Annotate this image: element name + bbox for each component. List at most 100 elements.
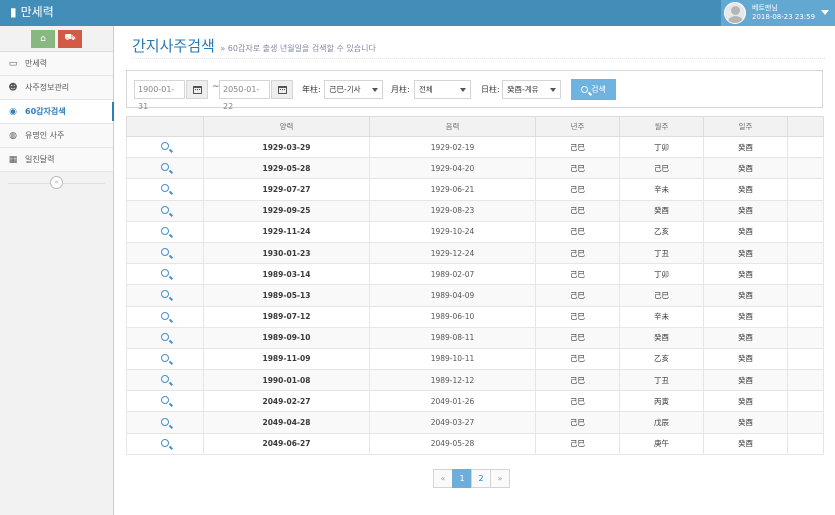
table-row[interactable]: 1929-11-24 1929-10-24 己巳 乙亥 癸酉 <box>126 220 824 243</box>
row-view-button[interactable] <box>126 347 204 371</box>
avatar <box>724 2 746 24</box>
row-view-button[interactable] <box>126 284 204 307</box>
search-icon[interactable] <box>161 205 169 214</box>
column-header-year-pillar[interactable]: 년주 <box>535 116 620 137</box>
cell-solar-date: 2049-02-27 <box>203 390 370 413</box>
search-button[interactable]: 검색 <box>571 79 616 100</box>
sidebar-item-label: 일진달력 <box>25 155 55 164</box>
sidebar-item-calendar[interactable]: ▭ 만세력 <box>0 52 113 76</box>
table-row[interactable]: 2049-06-27 2049-05-28 己巳 庚午 癸酉 <box>126 432 824 455</box>
row-view-button[interactable] <box>126 220 204 243</box>
brand[interactable]: ▮ 만세력 <box>10 4 54 20</box>
eye-icon: ◉ <box>9 106 17 117</box>
month-pillar-select[interactable]: 전체 <box>414 80 471 99</box>
date-from-calendar-button[interactable] <box>186 80 208 99</box>
table-row[interactable]: 1929-05-28 1929-04-20 己巳 己巳 癸酉 <box>126 157 824 180</box>
search-icon[interactable] <box>161 248 169 257</box>
collapse-sidebar-button[interactable]: « <box>50 176 63 189</box>
search-icon[interactable] <box>161 226 169 235</box>
sidebar-item-iljin-calendar[interactable]: ▦ 일진달력 <box>0 148 113 172</box>
pagination-prev-button[interactable]: « <box>433 469 453 488</box>
cell-empty <box>787 199 824 222</box>
cell-month-pillar: 丁卯 <box>619 135 704 159</box>
cart-shortcut-button[interactable]: ⛟ <box>58 29 82 48</box>
table-row[interactable]: 1929-03-29 1929-02-19 己巳 丁卯 癸酉 <box>126 135 824 159</box>
row-view-button[interactable] <box>126 432 204 455</box>
cell-month-pillar: 丁丑 <box>619 241 704 265</box>
table-row[interactable]: 1989-03-14 1989-02-07 己巳 丁卯 癸酉 <box>126 263 824 286</box>
search-icon[interactable] <box>161 163 169 172</box>
pagination-page-1[interactable]: 1 <box>452 469 472 488</box>
table-row[interactable]: 1989-05-13 1989-04-09 己巳 己巳 癸酉 <box>126 284 824 307</box>
cell-year-pillar: 己巳 <box>535 157 620 180</box>
search-icon[interactable] <box>161 269 169 278</box>
row-view-button[interactable] <box>126 390 204 413</box>
month-pillar-value: 전체 <box>419 85 433 94</box>
year-pillar-select[interactable]: 己巳-기사 <box>324 80 383 99</box>
user-menu[interactable]: 베트맨님 2018-08-23 23:59 <box>721 0 835 26</box>
calendar-icon <box>277 85 287 94</box>
date-from-input[interactable]: 1900-01-31 <box>134 80 185 111</box>
cell-month-pillar: 乙亥 <box>619 220 704 243</box>
table-body: 1929-03-29 1929-02-19 己巳 丁卯 癸酉 1929-05-28 1929… <box>126 135 824 455</box>
cell-day-pillar: 癸酉 <box>703 199 788 222</box>
pagination-next-button[interactable]: » <box>490 469 510 488</box>
row-view-button[interactable] <box>126 411 204 434</box>
cell-empty <box>787 241 824 265</box>
search-icon[interactable] <box>161 142 169 151</box>
search-icon <box>581 86 589 93</box>
search-icon[interactable] <box>161 375 169 384</box>
table-row[interactable]: 2049-04-28 2049-03-27 己巳 戊辰 癸酉 <box>126 411 824 434</box>
cell-empty <box>787 263 824 286</box>
column-header-month-pillar[interactable]: 월주 <box>619 116 704 137</box>
cell-year-pillar: 己巳 <box>535 347 620 371</box>
table-row[interactable]: 1989-11-09 1989-10-11 己巳 乙亥 癸酉 <box>126 347 824 371</box>
home-shortcut-button[interactable]: ⌂ <box>31 29 55 48</box>
search-icon[interactable] <box>161 417 169 426</box>
year-pillar-label: 年柱: <box>302 85 321 94</box>
search-icon[interactable] <box>161 184 169 193</box>
search-icon[interactable] <box>161 311 169 320</box>
search-icon[interactable] <box>161 396 169 405</box>
search-icon[interactable] <box>161 353 169 362</box>
row-view-button[interactable] <box>126 305 204 328</box>
table-row[interactable]: 1930-01-23 1929-12-24 己巳 丁丑 癸酉 <box>126 241 824 265</box>
cell-month-pillar: 丁丑 <box>619 369 704 392</box>
cell-day-pillar: 癸酉 <box>703 135 788 159</box>
column-header-lunar[interactable]: 음력 <box>369 116 536 137</box>
sidebar-item-60gapja-search[interactable]: ◉ 60갑자검색 <box>0 100 114 124</box>
row-view-button[interactable] <box>126 369 204 392</box>
row-view-button[interactable] <box>126 241 204 265</box>
date-to-calendar-button[interactable] <box>271 80 293 99</box>
sidebar-item-famous-saju[interactable]: ◍ 유명인 사주 <box>0 124 113 148</box>
cell-solar-date: 1990-01-08 <box>203 369 370 392</box>
sidebar-item-label: 60갑자검색 <box>25 107 66 116</box>
cell-empty <box>787 284 824 307</box>
row-view-button[interactable] <box>126 326 204 349</box>
month-pillar-label: 月柱: <box>391 85 410 94</box>
row-view-button[interactable] <box>126 199 204 222</box>
day-pillar-select[interactable]: 癸酉-계유 <box>502 80 561 99</box>
table-row[interactable]: 1929-09-25 1929-08-23 己巳 癸酉 癸酉 <box>126 199 824 222</box>
pagination-page-2[interactable]: 2 <box>471 469 491 488</box>
cell-day-pillar: 癸酉 <box>703 432 788 455</box>
table-row[interactable]: 1929-07-27 1929-06-21 己巳 辛未 癸酉 <box>126 178 824 201</box>
search-icon[interactable] <box>161 438 169 447</box>
table-row[interactable]: 1990-01-08 1989-12-12 己巳 丁丑 癸酉 <box>126 369 824 392</box>
column-header-day-pillar[interactable]: 일주 <box>703 116 788 137</box>
column-header-solar[interactable]: 양력 <box>203 116 370 137</box>
row-view-button[interactable] <box>126 135 204 159</box>
table-row[interactable]: 2049-02-27 2049-01-26 己巳 丙寅 癸酉 <box>126 390 824 413</box>
date-to-input[interactable]: 2050-01-22 <box>219 80 270 111</box>
table-row[interactable]: 1989-07-12 1989-06-10 己巳 辛未 癸酉 <box>126 305 824 328</box>
table-row[interactable]: 1989-09-10 1989-08-11 己巳 癸酉 癸酉 <box>126 326 824 349</box>
row-view-button[interactable] <box>126 263 204 286</box>
sidebar-item-saju-manage[interactable]: ☻ 사주정보관리 <box>0 76 113 100</box>
sidebar-item-label: 사주정보관리 <box>25 83 70 92</box>
row-view-button[interactable] <box>126 157 204 180</box>
cell-lunar-date: 1929-08-23 <box>369 199 536 222</box>
row-view-button[interactable] <box>126 178 204 201</box>
search-icon[interactable] <box>161 290 169 299</box>
user-name: 베트맨님 <box>752 4 778 12</box>
search-icon[interactable] <box>161 332 169 341</box>
